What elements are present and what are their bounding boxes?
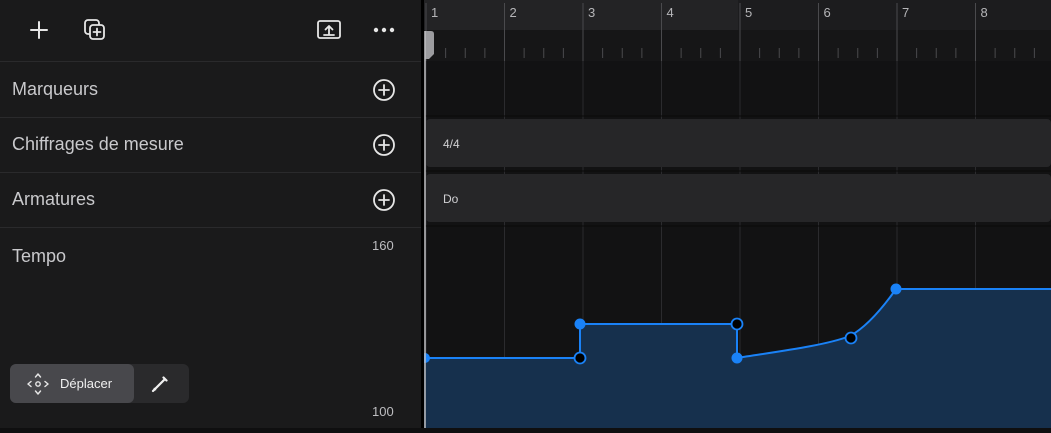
move-mode-label: Déplacer (60, 376, 113, 391)
upload-tray-icon (317, 20, 341, 39)
track-label-key-signatures: Armatures (12, 189, 96, 209)
key-signature-region-label: Do (443, 192, 459, 206)
tempo-point[interactable] (574, 318, 586, 330)
duplicate-add-icon (84, 19, 105, 40)
global-tracks-header-panel: Marqueurs Chiffrages de mesure Armatures… (0, 0, 421, 428)
ruler-bar-number: 1 (431, 5, 438, 20)
tempo-point-handle[interactable] (730, 317, 744, 331)
duplicate-button[interactable] (78, 13, 112, 47)
ruler-ticks-band (424, 30, 1051, 61)
track-label-markers: Marqueurs (12, 79, 99, 99)
ruler-bar-number: 2 (510, 5, 517, 20)
move-arrows-icon (27, 372, 49, 395)
add-time-signature-icon[interactable] (372, 133, 396, 157)
add-marker-icon[interactable] (372, 78, 396, 102)
tempo-point-handle[interactable] (573, 351, 587, 365)
ellipsis-icon (373, 27, 395, 33)
export-button[interactable] (312, 13, 346, 47)
ruler-bar-number: 3 (588, 5, 595, 20)
track-row-time-signatures[interactable]: Chiffrages de mesure (0, 117, 421, 173)
time-signature-region-label: 4/4 (443, 137, 460, 151)
more-options-button[interactable] (367, 13, 401, 47)
track-label-tempo: Tempo (12, 246, 67, 266)
pencil-icon[interactable] (148, 372, 172, 396)
plus-icon (30, 21, 48, 39)
ruler-bar-number: 6 (824, 5, 831, 20)
add-key-signature-icon[interactable] (372, 188, 396, 212)
tempo-point[interactable] (731, 352, 743, 364)
ruler-bar-number: 8 (981, 5, 988, 20)
header-toolbar (0, 0, 421, 62)
ruler-bar-number: 5 (745, 5, 752, 20)
timeline-area[interactable]: 1 2 3 4 5 6 7 8 4/4 Do (420, 0, 1051, 428)
key-signature-region[interactable] (426, 174, 1051, 222)
track-label-time-signatures: Chiffrages de mesure (12, 134, 184, 154)
tempo-min-value: 100 (372, 404, 394, 419)
timeline-canvas[interactable]: 1 2 3 4 5 6 7 8 4/4 Do (420, 0, 1051, 428)
playhead-handle[interactable] (425, 31, 434, 59)
tempo-max-value: 160 (372, 238, 394, 253)
time-signature-region[interactable] (426, 119, 1051, 167)
ruler-bar-number: 4 (667, 5, 674, 20)
track-row-markers[interactable]: Marqueurs (0, 62, 421, 118)
add-track-button[interactable] (22, 13, 56, 47)
move-mode-button[interactable]: Déplacer (10, 364, 134, 403)
ruler-cycle-region[interactable] (424, 0, 738, 30)
tempo-curve-handle[interactable] (844, 331, 858, 345)
tempo-point[interactable] (890, 283, 902, 295)
ruler-bar-number: 7 (902, 5, 909, 20)
track-row-key-signatures[interactable]: Armatures (0, 172, 421, 228)
edit-mode-selector: Déplacer (10, 364, 189, 403)
